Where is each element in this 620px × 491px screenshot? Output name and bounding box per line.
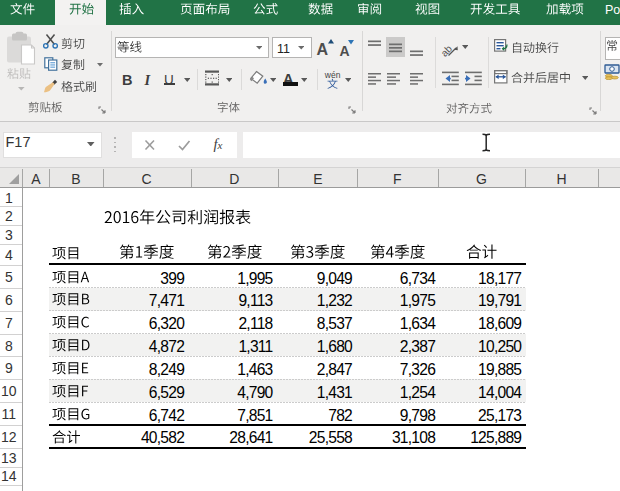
svg-text:ab: ab: [441, 42, 455, 56]
